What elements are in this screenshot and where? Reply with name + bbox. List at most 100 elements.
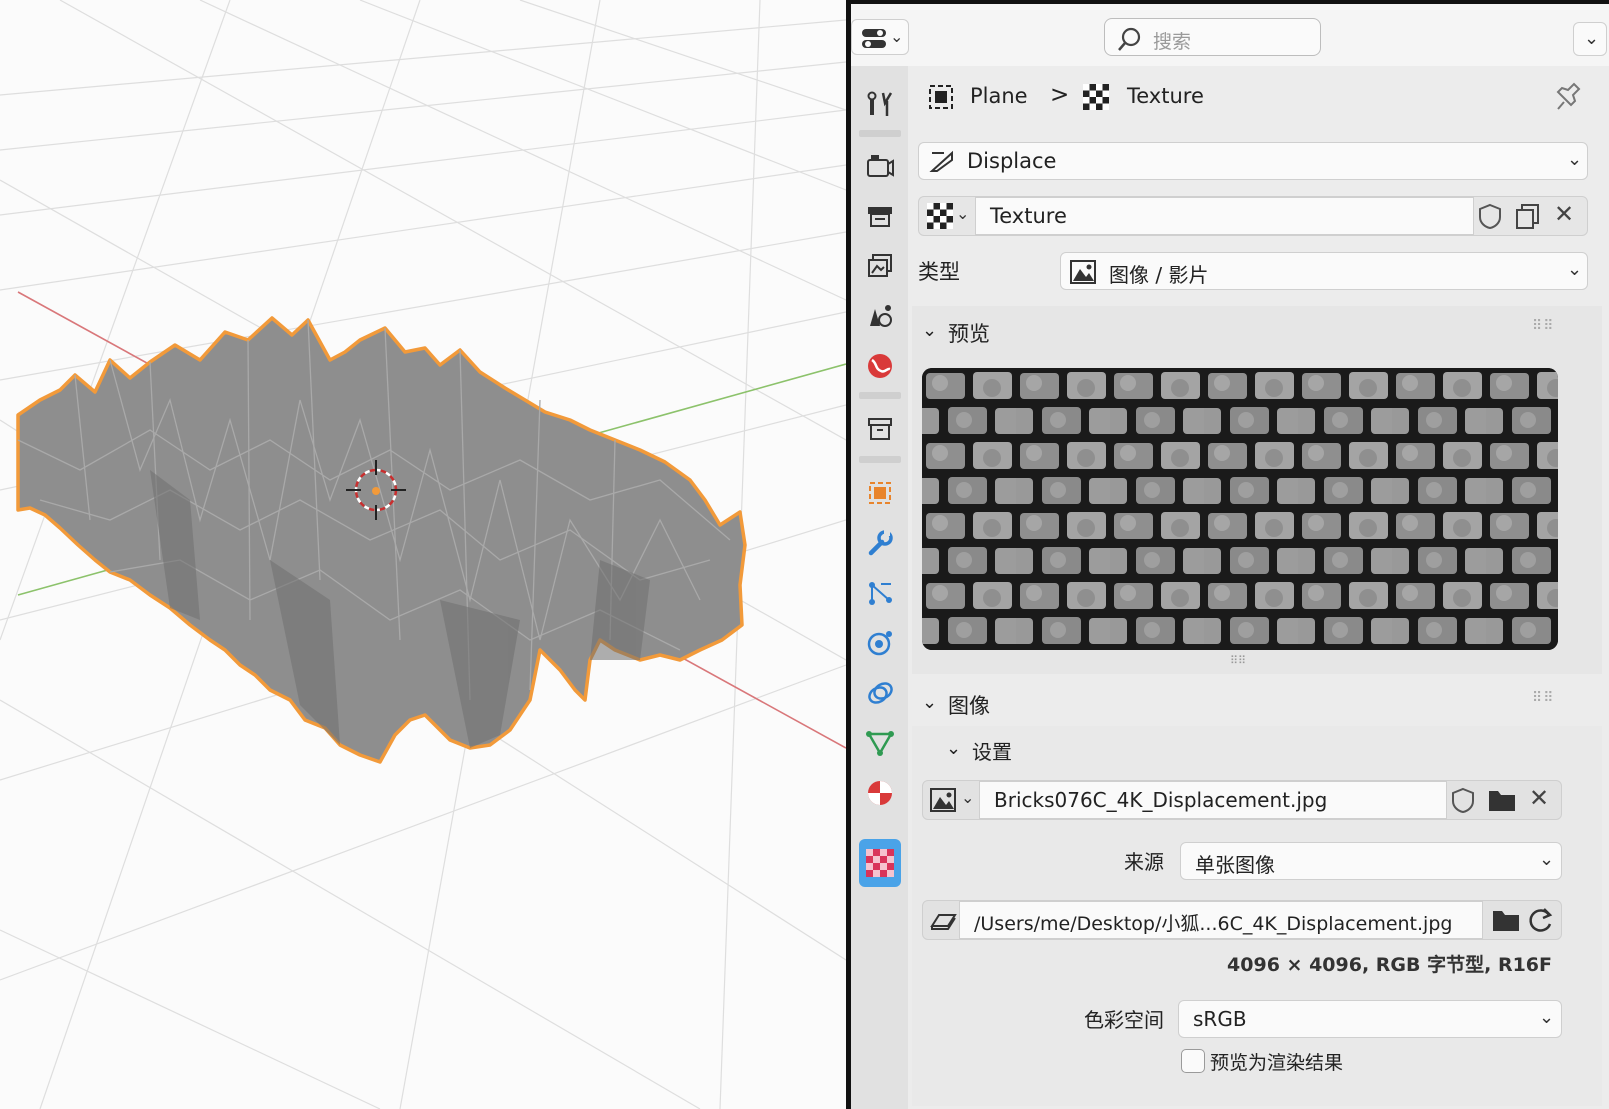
properties-editor-icon xyxy=(862,29,886,48)
properties-header: ⌄ 搜索 ⌄ xyxy=(851,4,1609,66)
filepath-input[interactable]: /Users/me/Desktop/小狐...6C_4K_Displacemen… xyxy=(959,901,1483,939)
chevron-down-icon[interactable]: ⌄ xyxy=(922,320,937,341)
view-layer-icon xyxy=(868,254,892,277)
tab-modifiers[interactable] xyxy=(859,522,901,564)
image-browse-button[interactable]: ⌄ xyxy=(925,784,979,816)
texture-datablock: ⌄ Texture ✕ xyxy=(918,196,1588,236)
texture-checker-icon xyxy=(1083,84,1109,110)
particles-icon xyxy=(869,582,892,605)
preview-render-checkbox[interactable] xyxy=(1178,1046,1208,1076)
breadcrumb-texture: Texture xyxy=(1127,84,1204,108)
render-camera-icon xyxy=(867,155,894,177)
chevron-down-icon[interactable]: ⌄ xyxy=(922,692,937,713)
texture-browse-button[interactable]: ⌄ xyxy=(923,200,973,232)
tab-separator xyxy=(859,456,901,463)
tab-object[interactable] xyxy=(859,472,901,514)
3d-viewport[interactable] xyxy=(0,0,846,1109)
mesh-data-triangle-icon xyxy=(866,731,894,756)
image-info-text: 4096 × 4096, RGB 字节型, R16F xyxy=(1227,954,1552,976)
settings-subpanel: ⌄ 设置 ⌄ Bricks076C_4K_Displacement.jpg ✕ … xyxy=(912,726,1602,1106)
editor-type-button[interactable]: ⌄ xyxy=(851,19,909,55)
drag-handle-icon[interactable]: ⠿⠿ xyxy=(1532,318,1555,334)
chevron-down-icon[interactable]: ⌄ xyxy=(946,738,961,759)
material-sphere-icon xyxy=(868,781,892,805)
image-datablock: ⌄ Bricks076C_4K_Displacement.jpg ✕ xyxy=(922,780,1562,820)
chevron-down-icon: ⌄ xyxy=(1539,849,1555,870)
source-dropdown[interactable]: 单张图像 ⌄ xyxy=(1180,842,1562,880)
breadcrumb-object: Plane xyxy=(970,84,1028,108)
chevron-down-icon: ⌄ xyxy=(890,27,904,46)
unlink-close-icon[interactable]: ✕ xyxy=(1529,784,1549,812)
tab-world[interactable] xyxy=(859,345,901,387)
tool-icon xyxy=(867,91,893,116)
tab-output[interactable] xyxy=(859,195,901,237)
colorspace-dropdown[interactable]: sRGB ⌄ xyxy=(1178,1000,1562,1038)
output-printer-icon xyxy=(868,207,892,227)
fake-user-shield-icon[interactable] xyxy=(1449,786,1477,814)
packed-file-icon[interactable] xyxy=(929,909,959,933)
folder-icon[interactable] xyxy=(1491,907,1521,933)
tab-material[interactable] xyxy=(859,772,901,814)
texture-name-field[interactable]: Texture xyxy=(975,197,1474,235)
source-label: 来源 xyxy=(1124,850,1164,874)
brick-texture-preview xyxy=(922,368,1558,650)
texture-type-value: 图像 / 影片 xyxy=(1109,263,1209,287)
breadcrumb-separator: > xyxy=(1050,82,1070,108)
tab-view-layer[interactable] xyxy=(859,245,901,287)
folder-icon[interactable] xyxy=(1487,787,1517,813)
preview-panel-title[interactable]: 预览 xyxy=(948,318,990,348)
fake-user-shield-icon[interactable] xyxy=(1476,202,1504,230)
chevron-down-icon: ⌄ xyxy=(1539,1007,1555,1028)
header-options-dropdown[interactable]: ⌄ xyxy=(1573,22,1607,56)
properties-tab-column xyxy=(851,66,908,1109)
image-icon xyxy=(930,788,956,812)
tab-tool[interactable] xyxy=(859,83,901,125)
texture-properties-content: Plane > Texture Displace ⌄ ⌄ Texture ✕ 类… xyxy=(908,66,1609,1109)
modifier-selector[interactable]: Displace ⌄ xyxy=(918,142,1588,180)
object-icon xyxy=(929,85,953,109)
tab-render[interactable] xyxy=(859,145,901,187)
viewport-scene xyxy=(0,0,846,1109)
tab-constraints[interactable] xyxy=(859,672,901,714)
search-icon xyxy=(1118,27,1141,51)
image-icon xyxy=(1070,260,1096,284)
preview-resize-handle[interactable]: ⠿⠿ xyxy=(1230,654,1246,667)
image-name-field[interactable]: Bricks076C_4K_Displacement.jpg xyxy=(979,781,1447,819)
tab-collection[interactable] xyxy=(859,408,901,450)
tab-scene[interactable] xyxy=(859,295,901,337)
image-panel-title[interactable]: 图像 xyxy=(948,690,990,720)
unlink-close-icon[interactable]: ✕ xyxy=(1554,200,1574,228)
collection-box-icon xyxy=(868,418,892,440)
breadcrumb: Plane > Texture xyxy=(924,78,1594,118)
drag-handle-icon[interactable]: ⠿⠿ xyxy=(1532,690,1555,706)
displaced-plane-mesh[interactable] xyxy=(16,316,747,764)
source-value: 单张图像 xyxy=(1195,853,1275,877)
tab-texture[interactable] xyxy=(859,839,901,887)
texture-name: Texture xyxy=(990,204,1067,228)
pin-icon[interactable] xyxy=(1554,82,1584,112)
physics-icon xyxy=(867,631,892,656)
modifier-name: Displace xyxy=(967,149,1057,173)
chevron-down-icon: ⌄ xyxy=(1584,28,1600,49)
settings-subpanel-title[interactable]: 设置 xyxy=(972,736,1012,765)
chevron-down-icon: ⌄ xyxy=(1567,259,1583,280)
reload-icon[interactable] xyxy=(1525,905,1555,935)
properties-editor: ⌄ 搜索 ⌄ Plane > Texture Displace ⌄ ⌄ Text… xyxy=(846,0,1609,1109)
image-name: Bricks076C_4K_Displacement.jpg xyxy=(994,788,1328,812)
world-globe-icon xyxy=(868,354,892,378)
tab-object-data[interactable] xyxy=(859,722,901,764)
scene-icon xyxy=(870,305,892,327)
tab-particles[interactable] xyxy=(859,572,901,614)
object-icon xyxy=(869,482,891,504)
texture-type-dropdown[interactable]: 图像 / 影片 ⌄ xyxy=(1060,252,1588,290)
tab-physics[interactable] xyxy=(859,622,901,664)
search-placeholder: 搜索 xyxy=(1153,31,1192,53)
filepath-value: /Users/me/Desktop/小狐...6C_4K_Displacemen… xyxy=(974,913,1453,935)
wrench-icon xyxy=(868,530,893,556)
chevron-down-icon: ⌄ xyxy=(956,204,970,223)
duplicate-icon[interactable] xyxy=(1513,201,1543,231)
preview-render-label: 预览为渲染结果 xyxy=(1210,1052,1344,1074)
filepath-row: /Users/me/Desktop/小狐...6C_4K_Displacemen… xyxy=(922,900,1562,940)
chevron-down-icon: ⌄ xyxy=(1567,149,1583,170)
search-input[interactable]: 搜索 xyxy=(1104,18,1321,56)
